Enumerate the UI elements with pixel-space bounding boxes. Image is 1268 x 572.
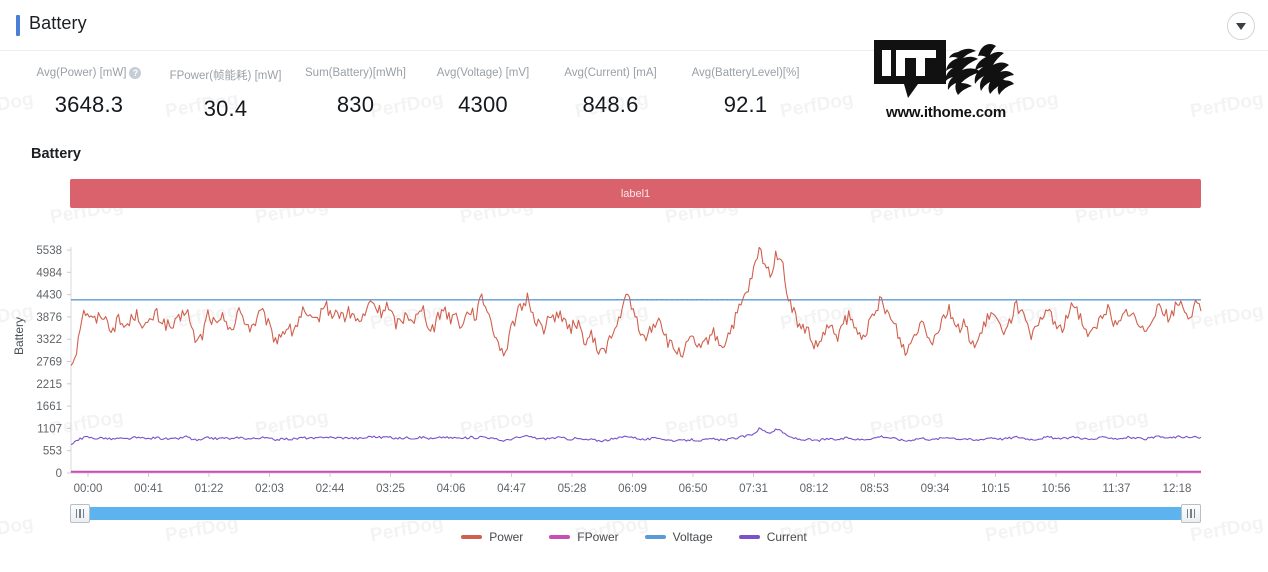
page-title: Battery	[29, 13, 87, 33]
stat-card-5: Avg(BatteryLevel)[%] 92.1	[673, 51, 818, 118]
stat-value: 3648.3	[54, 92, 124, 117]
stat-label-text: Avg(Voltage) [mV]	[436, 67, 530, 79]
legend-swatch-icon	[738, 535, 760, 539]
x-tick-label: 12:18	[1163, 483, 1192, 495]
y-tick-label: 0	[56, 468, 62, 480]
stat-label-text: Avg(Power) [mW]	[36, 67, 127, 79]
stat-label-text: Avg(Current) [mA]	[564, 67, 657, 79]
stat-value: 92.1	[723, 92, 768, 117]
stat-label-text: Sum(Battery)[mWh]	[305, 67, 406, 79]
y-tick-label: 3876	[36, 312, 62, 324]
legend-label: Power	[489, 530, 524, 544]
stat-value: 848.6	[582, 92, 639, 117]
stat-label: FPower(帧能耗) [mW]	[158, 67, 293, 83]
x-tick-label: 06:09	[618, 483, 647, 495]
slider-track[interactable]	[70, 507, 1201, 520]
series-line-power	[70, 246, 1202, 366]
chevron-down-icon	[1236, 22, 1246, 30]
x-tick-label: 03:25	[376, 483, 405, 495]
y-tick-label: 2215	[36, 379, 62, 391]
legend-item-voltage[interactable]: Voltage	[644, 530, 713, 544]
y-tick-label: 3322	[36, 334, 62, 346]
x-tick-label: 02:44	[316, 483, 345, 495]
x-tick-label: 08:12	[800, 483, 829, 495]
x-tick-label: 11:37	[1103, 483, 1131, 495]
legend-item-power[interactable]: Power	[461, 530, 523, 544]
slider-left-grip[interactable]	[70, 504, 90, 523]
ithome-site-url: www.ithome.com	[886, 104, 1006, 121]
stat-value: 4300	[458, 92, 508, 117]
stat-card-1: FPower(帧能耗) [mW] 30.4	[158, 51, 293, 122]
chart-svg: 0 553 1107 1661 2215 2769 3322 3876 4430 4984 5538…	[36, 245, 1202, 495]
legend-item-current[interactable]: Current	[738, 530, 807, 544]
legend-label: Current	[766, 530, 807, 544]
y-tick-label: 553	[43, 446, 62, 458]
legend-swatch-icon	[644, 535, 666, 539]
x-tick-label: 07:31	[739, 483, 768, 495]
x-tick-label: 05:28	[558, 483, 587, 495]
collapse-panel-button[interactable]	[1227, 12, 1255, 40]
x-tick-label: 04:06	[437, 483, 466, 495]
stat-label: Avg(Current) [mA]	[548, 67, 673, 79]
x-tick-label: 01:22	[195, 483, 224, 495]
stat-value: 30.4	[203, 96, 248, 121]
question-mark-icon[interactable]: ?	[129, 67, 142, 79]
chart-range-slider[interactable]	[70, 504, 1201, 523]
x-tick-label: 08:53	[860, 483, 889, 495]
y-tick-label: 1107	[37, 423, 62, 435]
legend-label: Voltage	[672, 530, 713, 544]
panel-header: Battery	[0, 0, 1268, 51]
header-accent-bar	[16, 15, 20, 36]
stat-card-2: Sum(Battery)[mWh] 830	[293, 51, 418, 118]
label-bar[interactable]: label1	[70, 179, 1201, 208]
y-tick-label: 1661	[36, 401, 62, 413]
summary-stats-row: Avg(Power) [mW]? 3648.3 FPower(帧能耗) [mW] 30…	[0, 51, 1268, 139]
legend-swatch-icon	[549, 535, 571, 539]
chart-plot-area[interactable]: 0 553 1107 1661 2215 2769 3322 3876 4430 4984 5538…	[0, 225, 1268, 515]
y-tick-label: 2769	[36, 357, 62, 369]
x-tick-label: 04:47	[497, 483, 526, 495]
x-tick-label: 10:56	[1042, 483, 1071, 495]
chart-section-title: Battery	[31, 146, 81, 162]
y-tick-label: 4430	[36, 290, 62, 302]
label-bar-text: label1	[620, 187, 651, 200]
stat-card-3: Avg(Voltage) [mV] 4300	[418, 51, 548, 118]
stat-label: Sum(Battery)[mWh]	[293, 67, 418, 79]
x-tick-label: 10:15	[981, 483, 1010, 495]
legend-item-fpower[interactable]: FPower	[549, 530, 619, 544]
y-tick-label: 4984	[36, 267, 62, 279]
stat-label: Avg(Power) [mW]?	[20, 67, 158, 79]
x-tick-label: 00:41	[134, 483, 163, 495]
stat-label: Avg(Voltage) [mV]	[418, 67, 548, 79]
x-tick-label: 09:34	[921, 483, 950, 495]
chart-legend: Power FPower Voltage Current	[0, 530, 1268, 544]
stat-card-4: Avg(Current) [mA] 848.6	[548, 51, 673, 118]
stat-label: Avg(BatteryLevel)[%]	[673, 67, 818, 79]
stat-label-text: Avg(BatteryLevel)[%]	[691, 67, 800, 79]
x-tick-label: 02:03	[255, 483, 284, 495]
stat-label-text: FPower(帧能耗) [mW]	[169, 70, 282, 82]
y-tick-label: 5538	[36, 245, 62, 257]
ithome-watermark: www.ithome.com	[872, 38, 1020, 121]
slider-right-grip[interactable]	[1181, 504, 1201, 523]
legend-swatch-icon	[461, 535, 483, 539]
series-line-current	[70, 427, 1202, 446]
legend-label: FPower	[577, 530, 619, 544]
stat-value: 830	[336, 92, 375, 117]
ithome-logo-icon	[874, 40, 1014, 98]
x-tick-label: 06:50	[679, 483, 708, 495]
x-tick-label: 00:00	[74, 483, 103, 495]
stat-card-0: Avg(Power) [mW]? 3648.3	[20, 51, 158, 118]
